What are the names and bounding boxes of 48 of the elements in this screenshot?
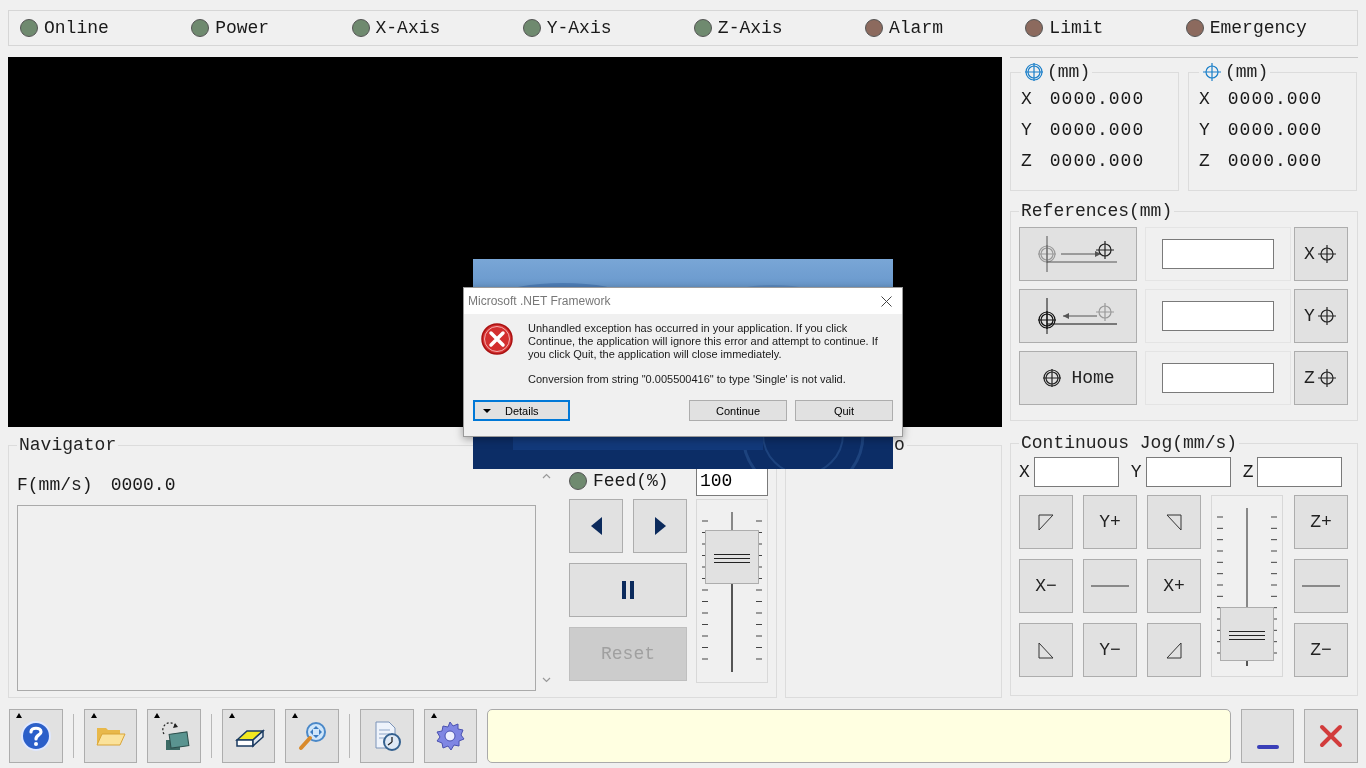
coordinate-value: 0000.000 (1227, 119, 1323, 140)
group-title: Continuous Jog(mm/s) (1020, 433, 1239, 453)
coordinate-value: 0000.000 (1227, 88, 1323, 109)
axis-label: Z (1242, 462, 1254, 482)
status-label: Alarm (889, 18, 943, 38)
axis-label: Y (1199, 119, 1210, 140)
feed-label: Feed(%) (593, 471, 669, 491)
set-axis-button[interactable]: Y (1294, 289, 1348, 343)
set-axis-button[interactable]: Z (1294, 351, 1348, 405)
group-title: (mm) (1225, 62, 1269, 82)
status-label: Emergency (1209, 18, 1307, 38)
status-label: Z-Axis (717, 18, 783, 38)
axis-label: Z (1021, 150, 1032, 171)
coordinate-value: 0000.000 (1049, 119, 1145, 140)
status-label: Online (44, 18, 109, 38)
coordinate-value: 0000.000 (1049, 88, 1145, 109)
group-title-fragment: o (894, 435, 905, 455)
continue-button[interactable]: Continue (689, 400, 787, 421)
status-label: Y-Axis (546, 18, 612, 38)
group-title: (mm) (1047, 62, 1091, 82)
feed-rate-value: 0000.0 (110, 475, 176, 495)
dialog-message: Unhandled exception has occurred in your application. If you click Continue, the application will ignore this error and attempt to continue. If you click Quit, the application will close immediately. (528, 322, 878, 361)
axis-label: Y (1021, 119, 1032, 140)
coordinate-value: 0000.000 (1227, 150, 1323, 171)
jog-button[interactable]: Z+ (1294, 495, 1348, 549)
jog-button[interactable]: Z− (1294, 623, 1348, 677)
jog-button[interactable]: X+ (1147, 559, 1201, 613)
group-title: Navigator (18, 435, 118, 455)
axis-label: Z (1199, 150, 1210, 171)
home-button[interactable]: Home (1019, 351, 1137, 405)
axis-label: X (1019, 462, 1030, 482)
group-title: References(mm) (1020, 201, 1174, 221)
jog-button[interactable]: X− (1019, 559, 1073, 613)
jog-button[interactable]: Y+ (1083, 495, 1137, 549)
coordinate-value: 0000.000 (1049, 150, 1145, 171)
status-label: Limit (1049, 18, 1104, 38)
error-message: Conversion from string "0.005500416" to type 'Single' is not valid. (528, 373, 847, 386)
feed-rate-label: F(mm/s) (17, 475, 93, 495)
set-axis-button[interactable]: X (1294, 227, 1348, 281)
dialog-title: Microsoft .NET Framework (468, 294, 611, 308)
status-label: X-Axis (375, 18, 441, 38)
details-button[interactable]: Details (473, 400, 570, 421)
axis-label: Y (1130, 462, 1142, 482)
axis-label: X (1021, 88, 1032, 109)
quit-button[interactable]: Quit (795, 400, 893, 421)
axis-label: X (1199, 88, 1210, 109)
jog-button[interactable]: Y− (1083, 623, 1137, 677)
status-label: Power (215, 18, 270, 38)
